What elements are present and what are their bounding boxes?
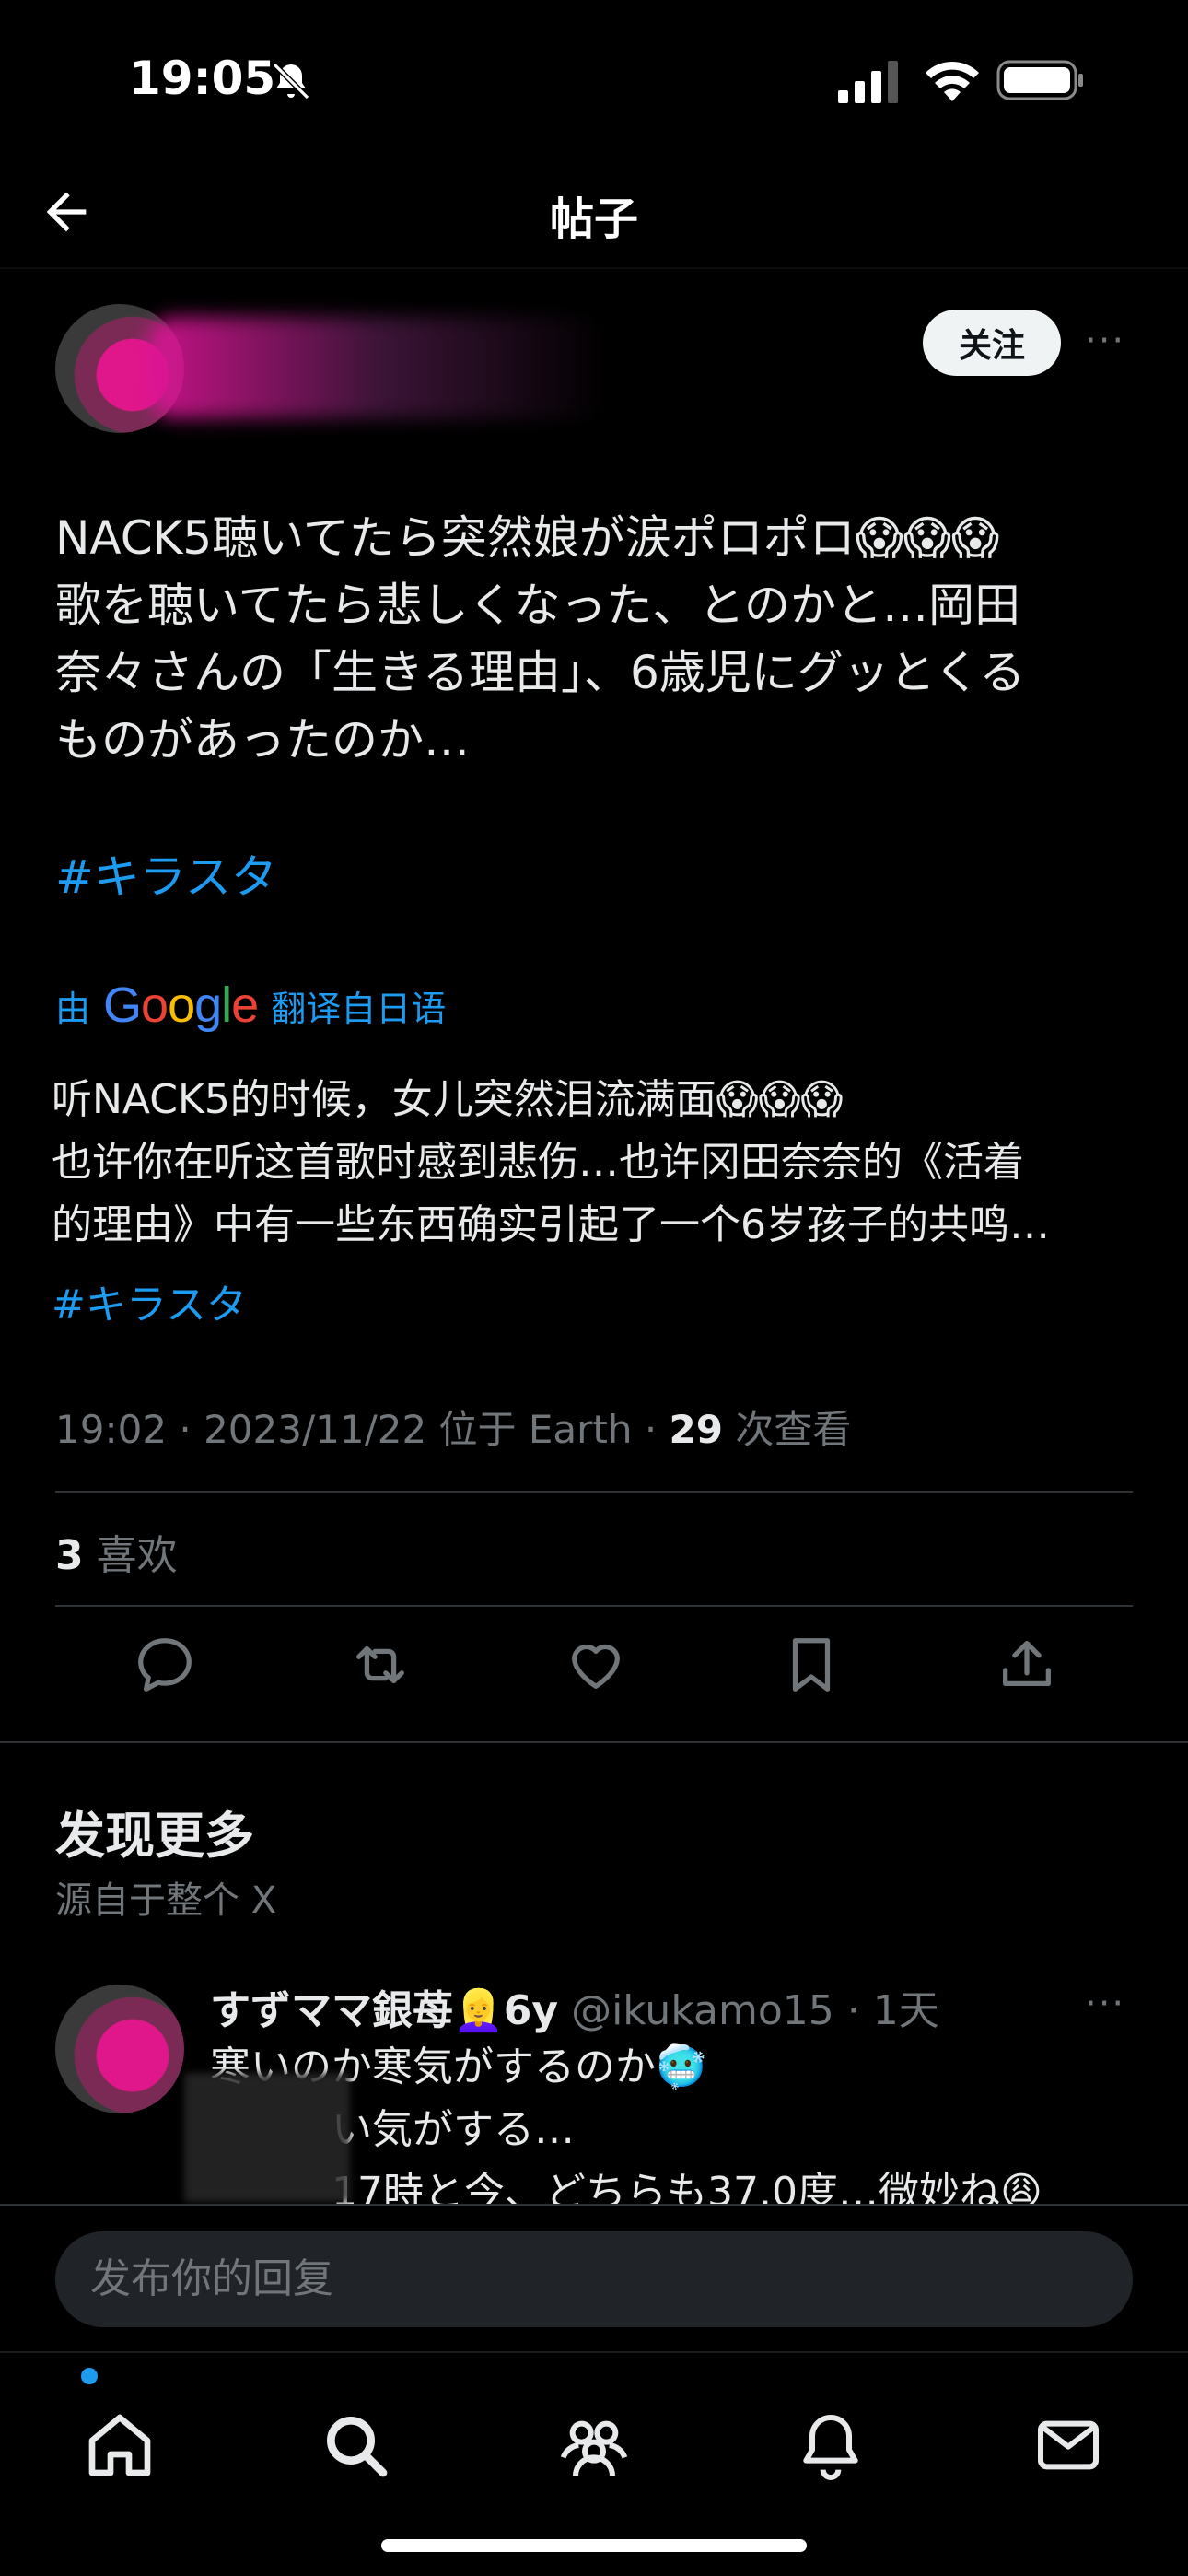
home-icon[interactable]: [83, 2408, 157, 2482]
discover-more-title: 发现更多: [55, 1807, 254, 1865]
translation-attribution[interactable]: 由 Google 翻译自日语: [55, 977, 446, 1034]
views-count: 29: [669, 1407, 723, 1452]
battery-icon: [996, 60, 1083, 100]
search-icon[interactable]: [319, 2408, 392, 2482]
top-nav-bar: 帖子: [0, 157, 1188, 267]
post-meta: 19:02 · 2023/11/22 位于 Earth · 29 次查看: [55, 1399, 851, 1455]
feed-item-header[interactable]: すずママ銀苺👱‍♀️6y @ikukamo15 · 1天: [210, 1977, 939, 2036]
likes-count: 3: [55, 1532, 84, 1579]
section-separator: [0, 1741, 1188, 1743]
reply-input[interactable]: 发布你的回复: [55, 2231, 1133, 2327]
messages-icon[interactable]: [1031, 2408, 1105, 2482]
feed-item-more-icon[interactable]: ···: [1085, 1983, 1125, 2025]
google-logo: Google: [103, 978, 259, 1033]
post-hashtag-link[interactable]: #キラスタ: [55, 840, 277, 907]
discover-more-subtitle: 源自于整个 X: [55, 1879, 277, 1922]
home-indicator[interactable]: [381, 2539, 807, 2552]
post-actions: [55, 1633, 1133, 1706]
translation-by-label: 由: [55, 988, 91, 1029]
translation-from-label: 翻译自日语: [271, 988, 447, 1029]
bookmark-icon[interactable]: [779, 1633, 844, 1697]
repost-icon[interactable]: [348, 1633, 413, 1697]
divider: [55, 1491, 1133, 1493]
translated-text: 听NACK5的时候，女儿突然泪流满面😱😱😱 也许你在听这首歌时感到悲伤…也许冈田…: [52, 1076, 1050, 1248]
translated-hashtag-link[interactable]: #キラスタ: [52, 1271, 247, 1330]
reply-bar: 发布你的回复: [0, 2204, 1188, 2351]
reply-icon[interactable]: [133, 1633, 197, 1697]
views-label: 次查看: [723, 1407, 852, 1452]
communities-icon[interactable]: [557, 2408, 631, 2482]
feed-item-handle-time: @ikukamo15 · 1天: [558, 1987, 939, 2034]
feed-item-author-name[interactable]: すずママ銀苺👱‍♀️6y: [210, 1987, 558, 2034]
post-timestamp-location: 19:02 · 2023/11/22 位于 Earth ·: [55, 1407, 670, 1452]
share-icon[interactable]: [995, 1633, 1059, 1697]
likes-row[interactable]: 3 喜欢: [55, 1522, 178, 1581]
notifications-icon[interactable]: [794, 2408, 868, 2482]
divider: [55, 1605, 1133, 1607]
status-time: 19:05: [129, 52, 276, 105]
status-bar: 19:05: [0, 0, 1188, 157]
bell-slash-icon: [272, 62, 310, 100]
header-divider: [0, 267, 1188, 269]
more-options-icon[interactable]: ···: [1085, 322, 1131, 363]
feed-item-avatar[interactable]: [55, 1985, 184, 2113]
follow-button[interactable]: 关注: [923, 310, 1061, 376]
cellular-signal-icon: [838, 61, 898, 103]
home-notification-dot: [81, 2368, 98, 2384]
likes-label: 喜欢: [83, 1532, 178, 1579]
author-name-blurred[interactable]: [147, 317, 608, 418]
wifi-icon: [926, 61, 979, 101]
like-icon[interactable]: [564, 1633, 628, 1697]
blurred-image: [184, 2073, 350, 2202]
page-title: 帖子: [549, 193, 638, 245]
post-text: NACK5聴いてたら突然娘が涙ポロポロ😱😱😱 歌を聴いてたら悲しくなった、とのか…: [55, 511, 1026, 767]
